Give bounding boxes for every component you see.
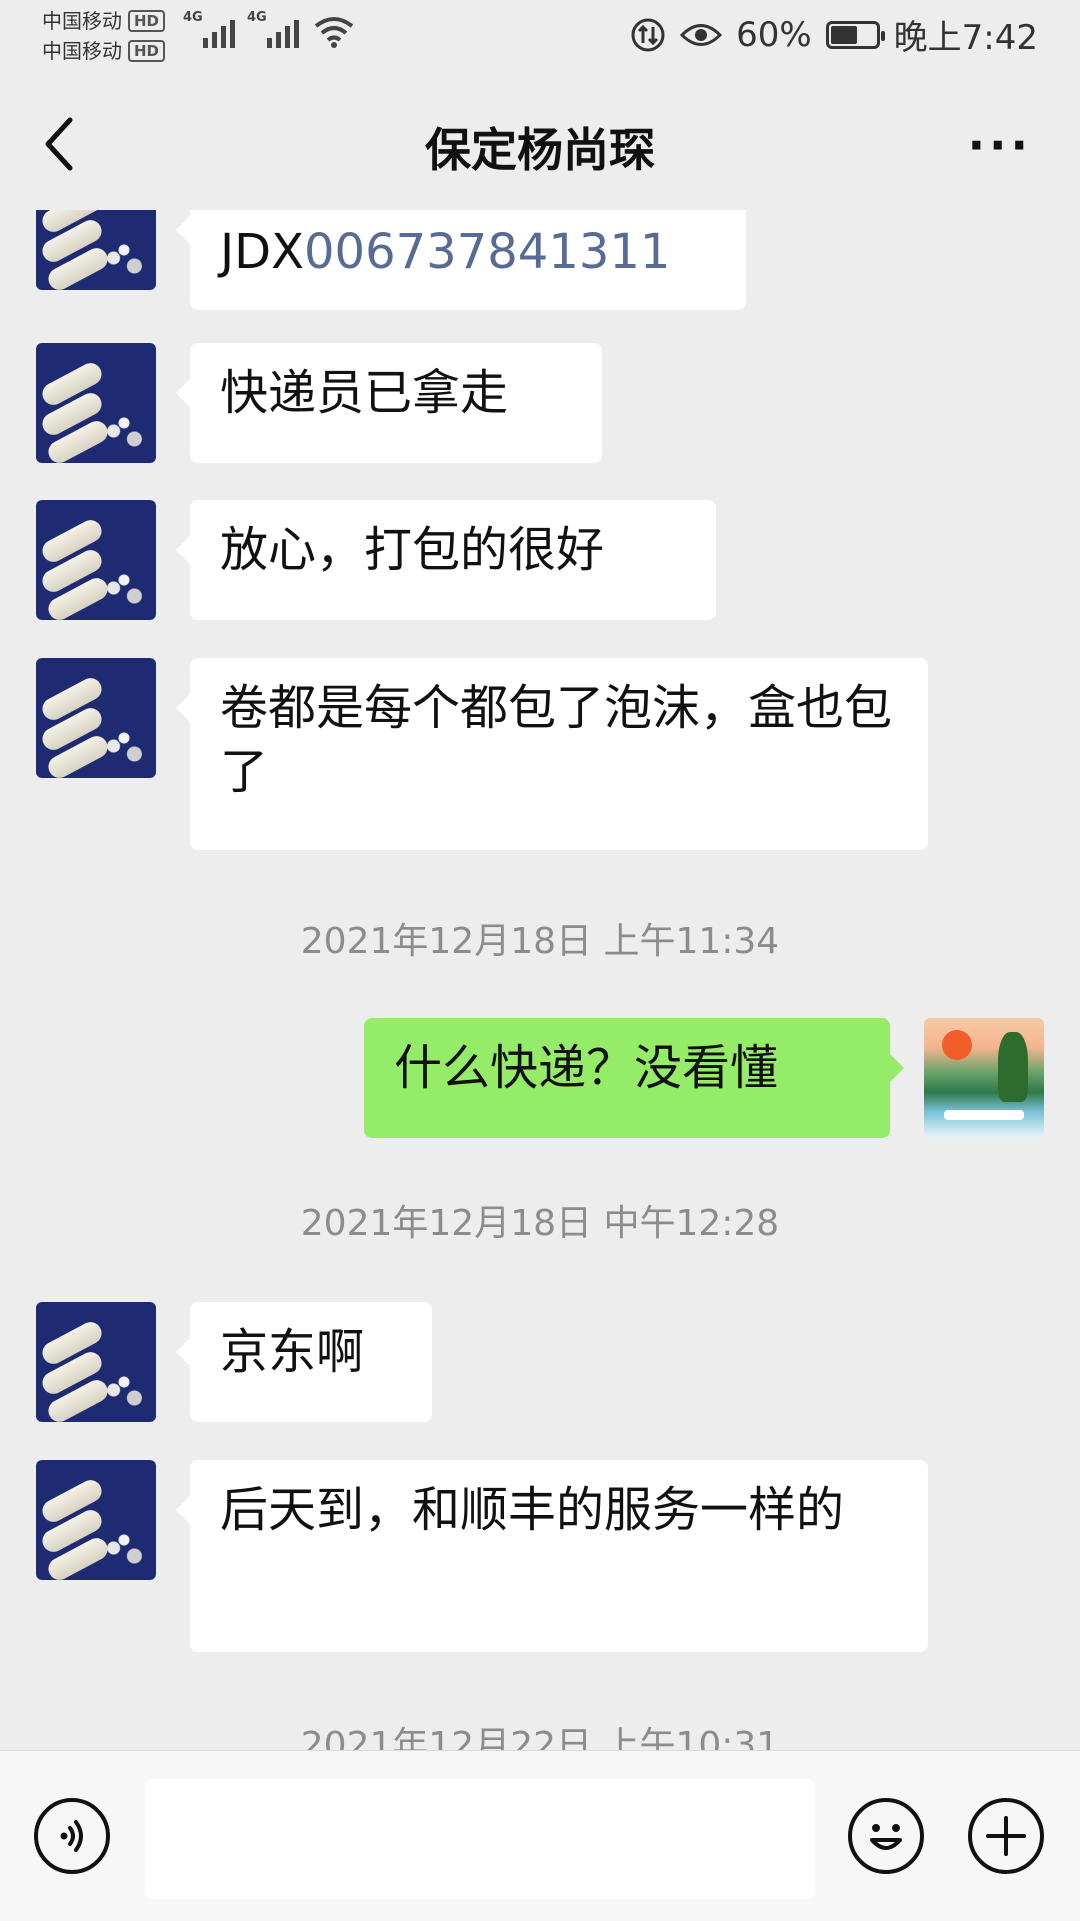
message-bubble[interactable]: 快递员已拿走 xyxy=(176,343,602,463)
contact-avatar[interactable] xyxy=(36,1302,156,1422)
network-type: 4G xyxy=(183,10,203,25)
contact-avatar[interactable] xyxy=(36,658,156,778)
contact-avatar[interactable] xyxy=(36,500,156,620)
status-time: 晚上7:42 xyxy=(893,18,1038,58)
message-text: 快递员已拿走 xyxy=(220,365,509,421)
carrier-1: 中国移动 xyxy=(42,9,122,33)
chat-title: 保定杨尚琛 xyxy=(425,123,655,177)
wifi-icon xyxy=(314,17,354,48)
message-bubble[interactable]: 卷都是每个都包了泡沫，盒也包了 xyxy=(176,658,928,850)
timestamp: 2021年12月22日 上午10:31 xyxy=(300,1725,780,1750)
input-bar xyxy=(0,1750,1080,1921)
message-text: 后天到，和顺丰的服务一样的 xyxy=(220,1482,845,1538)
plus-icon[interactable] xyxy=(968,1798,1044,1874)
carrier-2: 中国移动 xyxy=(42,39,122,63)
network-type: 4G xyxy=(247,10,267,25)
emoji-icon[interactable] xyxy=(848,1798,924,1874)
status-bar: 中国移动 HD 中国移动 HD 4G 4G 60% 晚上7:42 xyxy=(0,0,1080,80)
tracking-number-link[interactable]: 006737841311 xyxy=(304,224,670,280)
my-avatar[interactable] xyxy=(924,1018,1044,1138)
message-text: 放心，打包的很好 xyxy=(220,522,605,578)
chat-header: 保定杨尚琛 ··· xyxy=(0,80,1080,210)
battery-percent: 60% xyxy=(736,14,812,55)
timestamp: 2021年12月18日 上午11:34 xyxy=(300,921,780,962)
message-text: 什么快递？没看懂 xyxy=(394,1040,779,1096)
message-bubble[interactable]: 放心，打包的很好 xyxy=(176,500,716,620)
contact-avatar[interactable] xyxy=(36,210,156,290)
voice-icon[interactable] xyxy=(34,1798,110,1874)
message-list[interactable]: JDX006737841311 快递员已拿走 放心，打包的很好 卷都是每个都包了… xyxy=(0,210,1080,1750)
contact-avatar[interactable] xyxy=(36,1460,156,1580)
message-bubble[interactable]: 京东啊 xyxy=(176,1302,432,1422)
data-saver-icon xyxy=(631,18,665,51)
battery-icon xyxy=(825,20,885,49)
message-bubble[interactable]: 后天到，和顺丰的服务一样的 xyxy=(176,1460,928,1652)
more-dots-icon[interactable]: ··· xyxy=(968,122,1032,168)
signal-icon: 4G xyxy=(183,10,235,48)
message-text: 京东啊 xyxy=(220,1324,365,1380)
carrier-info: 中国移动 HD 中国移动 HD xyxy=(42,6,166,66)
signal-icon: 4G xyxy=(247,10,299,48)
message-text: JDX xyxy=(220,224,304,280)
message-bubble[interactable]: JDX006737841311 xyxy=(176,210,746,310)
message-input[interactable] xyxy=(145,1779,815,1899)
hd-badge: HD xyxy=(128,40,166,62)
message-text: 卷都是每个都包了泡沫，盒也包了 xyxy=(220,680,893,800)
timestamp: 2021年12月18日 中午12:28 xyxy=(300,1203,780,1244)
hd-badge: HD xyxy=(128,10,166,32)
contact-avatar[interactable] xyxy=(36,343,156,463)
sent-message-bubble[interactable]: 什么快递？没看懂 xyxy=(364,1018,904,1138)
eye-icon xyxy=(680,23,723,46)
